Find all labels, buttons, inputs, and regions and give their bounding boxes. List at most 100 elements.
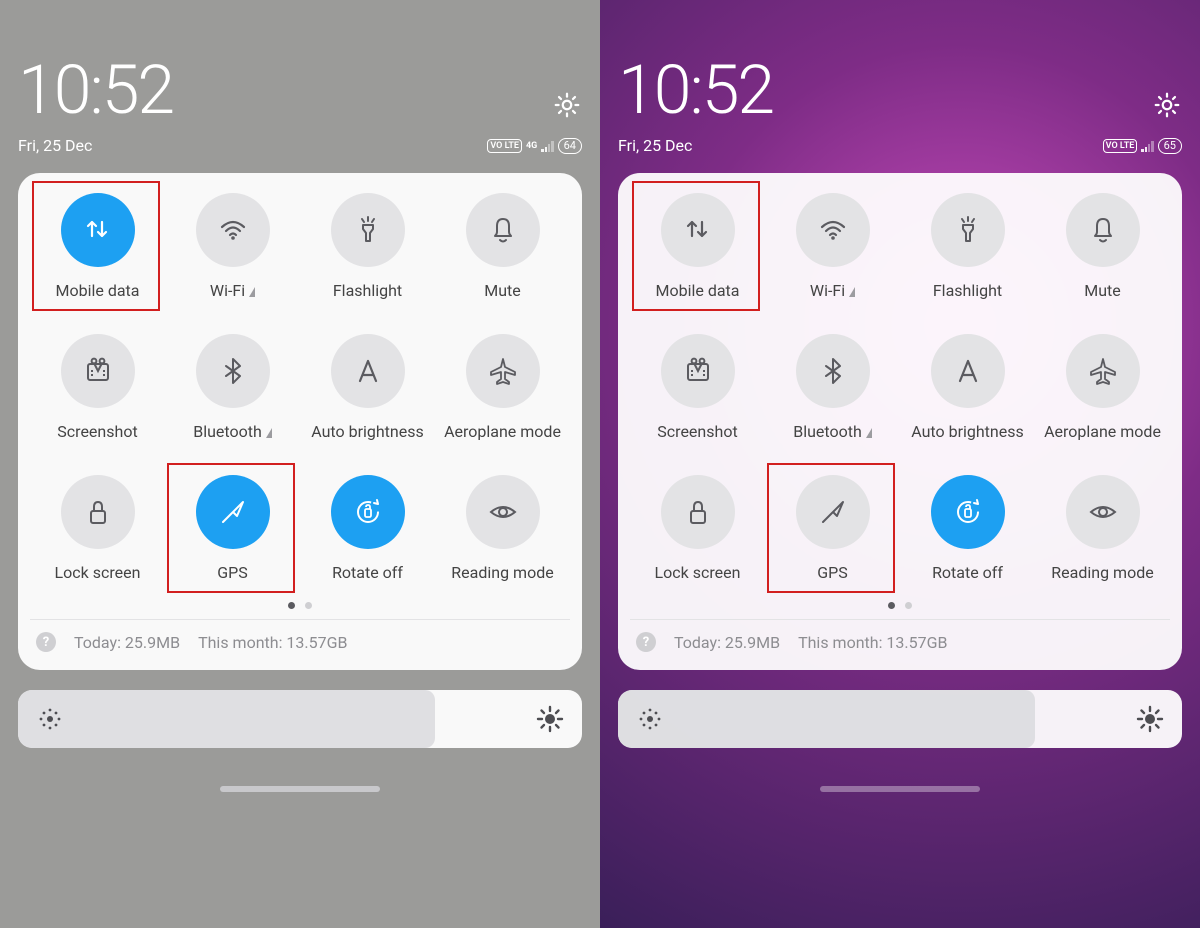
tile-bluetooth[interactable]: Bluetooth xyxy=(165,334,300,441)
battery-indicator: 65 xyxy=(1158,138,1182,154)
slider-fill xyxy=(18,690,435,748)
signal-icon xyxy=(541,140,553,152)
tile-mute[interactable]: Mute xyxy=(435,193,570,300)
tile-rotate-off[interactable]: Rotate off xyxy=(900,475,1035,582)
battery-indicator: 64 xyxy=(558,138,582,154)
tile-label: Mobile data xyxy=(56,281,140,300)
tile-label: Bluetooth xyxy=(193,422,272,441)
tile-aeroplane-mode[interactable]: Aeroplane mode xyxy=(1035,334,1170,441)
tile-flashlight[interactable]: Flashlight xyxy=(900,193,1035,300)
location-arrow-icon xyxy=(217,496,249,528)
tile-label: GPS xyxy=(217,563,248,582)
rotation-lock-icon xyxy=(352,496,384,528)
page-dot xyxy=(305,602,312,609)
page-indicator xyxy=(630,602,1170,609)
help-icon: ? xyxy=(636,632,656,652)
flashlight-icon xyxy=(952,214,984,246)
tile-rotate-off[interactable]: Rotate off xyxy=(300,475,435,582)
tile-mute[interactable]: Mute xyxy=(1035,193,1170,300)
gesture-handle[interactable] xyxy=(820,786,980,792)
rotation-lock-icon xyxy=(952,496,984,528)
bell-icon xyxy=(487,214,519,246)
tile-reading-mode[interactable]: Reading mode xyxy=(1035,475,1170,582)
bell-icon xyxy=(1087,214,1119,246)
tile-wifi[interactable]: Wi-Fi xyxy=(765,193,900,300)
date-label: Fri, 25 Dec xyxy=(618,136,692,155)
tile-gps[interactable]: GPS xyxy=(765,475,900,582)
gesture-handle[interactable] xyxy=(220,786,380,792)
help-icon: ? xyxy=(36,632,56,652)
brightness-slider[interactable] xyxy=(18,690,582,748)
data-usage-row[interactable]: ? Today: 25.9MB This month: 13.57GB xyxy=(630,619,1170,658)
screen-left: 10:52 Fri, 25 Dec VO LTE 4G 64 Mobile da… xyxy=(0,0,600,928)
eye-icon xyxy=(487,496,519,528)
quick-settings-panel: Mobile data Wi-Fi Flashlight Mute Screen… xyxy=(18,173,582,670)
expand-icon xyxy=(249,287,255,297)
tile-grid: Mobile data Wi-Fi Flashlight Mute Screen… xyxy=(30,193,570,582)
page-dot xyxy=(888,602,895,609)
tile-label: Mute xyxy=(1084,281,1121,300)
tile-label: Mute xyxy=(484,281,521,300)
volte-badge: VO LTE xyxy=(487,139,522,153)
tile-lock-screen[interactable]: Lock screen xyxy=(630,475,765,582)
expand-icon xyxy=(849,287,855,297)
tile-label: Flashlight xyxy=(933,281,1002,300)
status-bar-icons: VO LTE 4G 64 xyxy=(487,138,582,154)
signal-icon xyxy=(1141,140,1153,152)
tile-mobile-data[interactable]: Mobile data xyxy=(630,193,765,300)
tile-label: Mobile data xyxy=(656,281,740,300)
tile-label: Screenshot xyxy=(57,422,137,441)
settings-button[interactable] xyxy=(552,70,582,124)
bluetooth-icon xyxy=(217,355,249,387)
tile-auto-brightness[interactable]: Auto brightness xyxy=(900,334,1035,441)
tile-screenshot[interactable]: Screenshot xyxy=(30,334,165,441)
data-usage-row[interactable]: ? Today: 25.9MB This month: 13.57GB xyxy=(30,619,570,658)
tile-mobile-data[interactable]: Mobile data xyxy=(30,193,165,300)
gear-icon xyxy=(552,90,582,120)
tile-label: Lock screen xyxy=(55,563,141,582)
network-type: 4G xyxy=(526,141,537,151)
usage-month: This month: 13.57GB xyxy=(198,633,347,652)
tile-label: Auto brightness xyxy=(311,422,424,441)
clock-time: 10:52 xyxy=(18,56,173,124)
gear-icon xyxy=(1152,90,1182,120)
tile-screenshot[interactable]: Screenshot xyxy=(630,334,765,441)
tile-label: GPS xyxy=(817,563,848,582)
airplane-icon xyxy=(487,355,519,387)
brightness-low-icon xyxy=(34,703,66,735)
tile-wifi[interactable]: Wi-Fi xyxy=(165,193,300,300)
lock-icon xyxy=(82,496,114,528)
tile-label: Wi-Fi xyxy=(810,281,855,300)
usage-month: This month: 13.57GB xyxy=(798,633,947,652)
tile-grid: Mobile data Wi-Fi Flashlight Mute Screen… xyxy=(630,193,1170,582)
tile-aeroplane-mode[interactable]: Aeroplane mode xyxy=(435,334,570,441)
tile-label: Auto brightness xyxy=(911,422,1024,441)
scissors-icon xyxy=(682,355,714,387)
flashlight-icon xyxy=(352,214,384,246)
clock-time: 10:52 xyxy=(618,56,773,124)
letter-a-icon xyxy=(352,355,384,387)
tile-gps[interactable]: GPS xyxy=(165,475,300,582)
tile-label: Lock screen xyxy=(655,563,741,582)
tile-flashlight[interactable]: Flashlight xyxy=(300,193,435,300)
page-indicator xyxy=(30,602,570,609)
tile-bluetooth[interactable]: Bluetooth xyxy=(765,334,900,441)
scissors-icon xyxy=(82,355,114,387)
tile-auto-brightness[interactable]: Auto brightness xyxy=(300,334,435,441)
volte-badge: VO LTE xyxy=(1103,139,1138,153)
tile-label: Screenshot xyxy=(657,422,737,441)
tile-reading-mode[interactable]: Reading mode xyxy=(435,475,570,582)
airplane-icon xyxy=(1087,355,1119,387)
brightness-slider[interactable] xyxy=(618,690,1182,748)
usage-today: Today: 25.9MB xyxy=(74,633,180,652)
wifi-icon xyxy=(817,214,849,246)
page-dot xyxy=(905,602,912,609)
settings-button[interactable] xyxy=(1152,70,1182,124)
tile-lock-screen[interactable]: Lock screen xyxy=(30,475,165,582)
page-dot xyxy=(288,602,295,609)
tile-label: Aeroplane mode xyxy=(1044,422,1161,441)
tile-label: Reading mode xyxy=(451,563,553,582)
expand-icon xyxy=(866,428,872,438)
quick-settings-panel: Mobile data Wi-Fi Flashlight Mute Screen… xyxy=(618,173,1182,670)
wifi-icon xyxy=(217,214,249,246)
